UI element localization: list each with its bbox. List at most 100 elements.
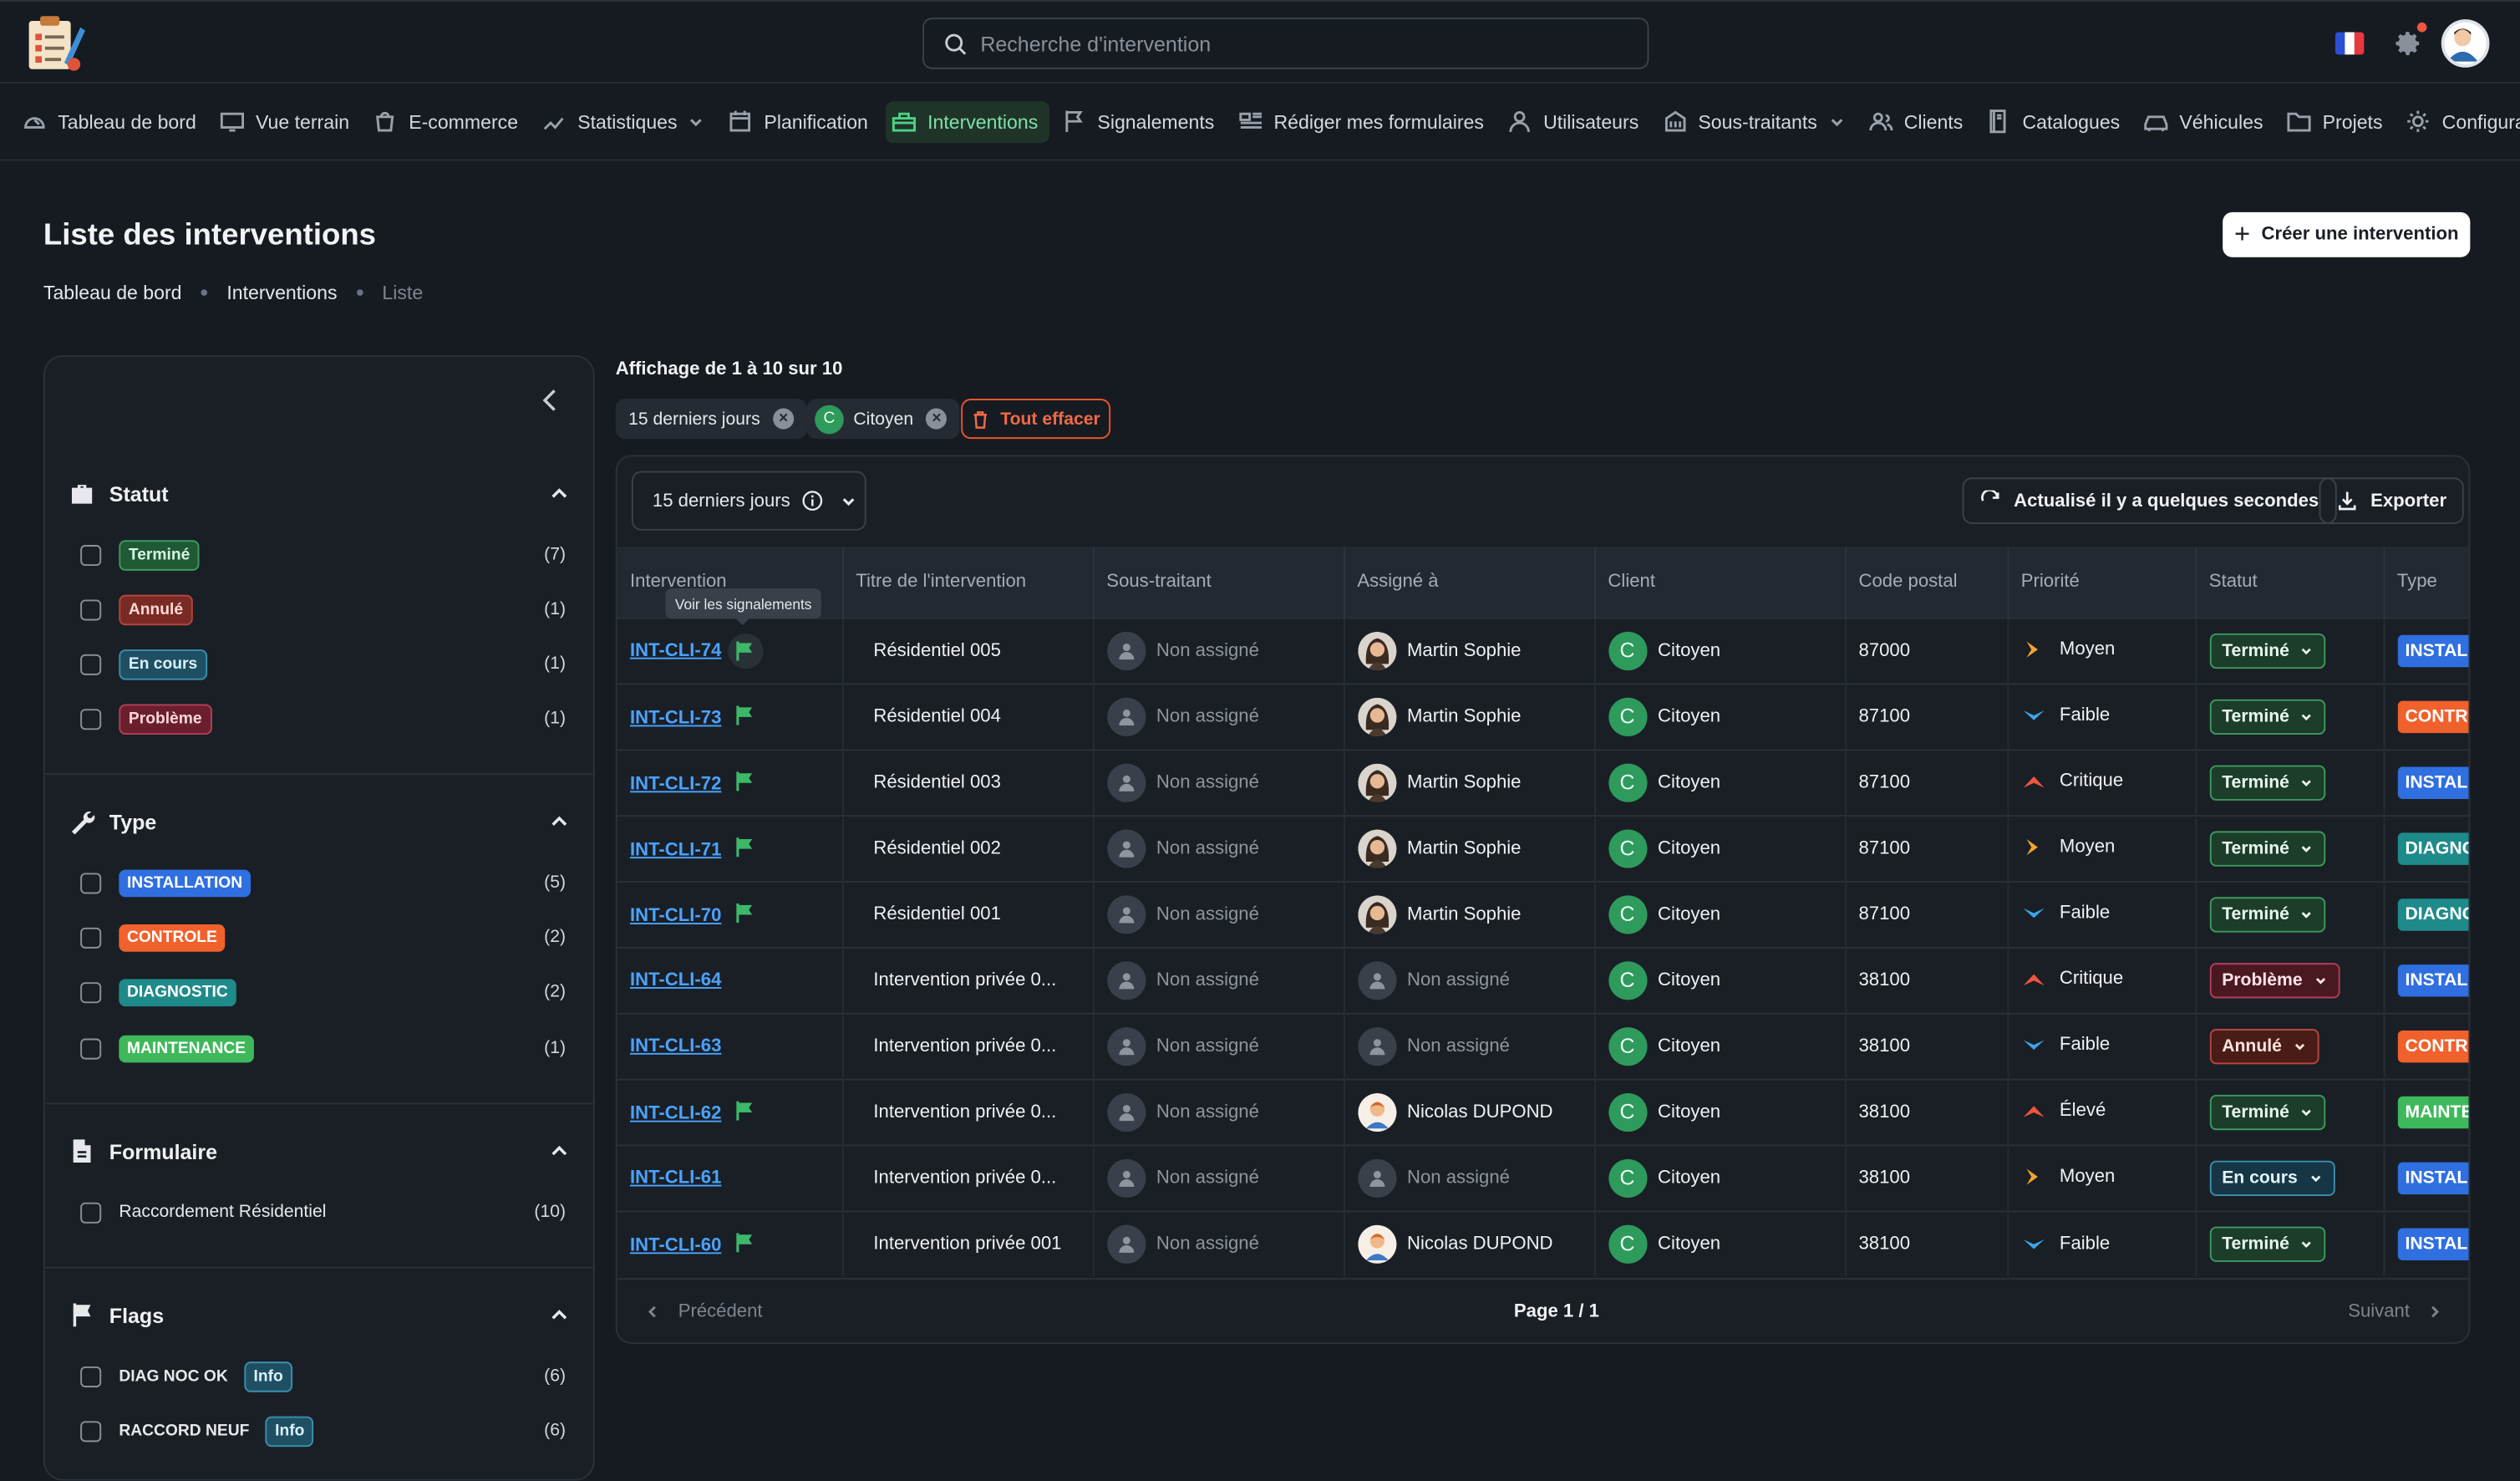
table-row[interactable]: INT-CLI-62 Intervention privée 0... Non as… — [617, 1078, 2469, 1145]
nav-item-vue-terrain[interactable]: Vue terrain — [214, 100, 361, 142]
nav-item-e-commerce[interactable]: E-commerce — [367, 100, 529, 142]
settings-gear-icon[interactable] — [2393, 29, 2422, 59]
status-dropdown[interactable]: Terminé — [2208, 698, 2327, 735]
intervention-link[interactable]: INT-CLI-62 — [630, 1103, 721, 1122]
status-dropdown[interactable]: Terminé — [2208, 830, 2327, 866]
nav-item-configuratio[interactable]: Configuratio — [2401, 100, 2520, 142]
intervention-link[interactable]: INT-CLI-72 — [630, 774, 721, 793]
breadcrumb-interventions[interactable]: Interventions — [226, 282, 337, 304]
filter-section-flags[interactable]: Flags — [68, 1299, 164, 1331]
checkbox[interactable] — [80, 653, 102, 674]
next-page-button[interactable]: Suivant — [2348, 1302, 2443, 1321]
filter-option[interactable]: Terminé (7) — [80, 538, 566, 570]
checkbox[interactable] — [80, 708, 102, 730]
intervention-link[interactable]: INT-CLI-70 — [630, 906, 721, 925]
checkbox[interactable] — [80, 598, 102, 620]
flag-icon[interactable] — [736, 705, 754, 725]
nav-item-statistiques[interactable]: Statistiques — [536, 100, 716, 142]
active-filter-period-chip[interactable]: 15 derniers jours × — [615, 399, 807, 440]
refresh-button[interactable]: Actualisé il y a quelques secondes — [1962, 477, 2337, 525]
nav-item-interventions[interactable]: Interventions — [886, 100, 1049, 143]
filter-option[interactable]: Raccordement Résidentiel (10) — [80, 1196, 566, 1228]
column-header[interactable]: Type — [2383, 546, 2469, 618]
remove-filter-icon[interactable]: × — [926, 408, 948, 430]
chevron-up-icon[interactable] — [550, 484, 569, 503]
intervention-link[interactable]: INT-CLI-64 — [630, 970, 721, 990]
table-row[interactable]: INT-CLI-61 Intervention privée 0... Non as… — [617, 1144, 2469, 1211]
previous-page-button[interactable]: Précédent — [644, 1302, 763, 1321]
app-logo-icon[interactable] — [26, 14, 87, 72]
nav-item-v-hicules[interactable]: Véhicules — [2137, 100, 2274, 142]
flag-icon[interactable] — [736, 1232, 754, 1252]
checkbox[interactable] — [80, 1420, 102, 1442]
nav-item-r-diger-mes-formulaires[interactable]: Rédiger mes formulaires — [1232, 100, 1495, 142]
nav-item-clients[interactable]: Clients — [1862, 100, 1974, 142]
filter-option[interactable]: DIAG NOC OK Info (6) — [80, 1360, 566, 1392]
active-filter-client-chip[interactable]: C Citoyen × — [806, 399, 960, 440]
checkbox[interactable] — [80, 872, 102, 893]
flag-icon[interactable] — [736, 837, 754, 857]
intervention-link[interactable]: INT-CLI-61 — [630, 1168, 721, 1187]
table-row[interactable]: INT-CLI-64 Intervention privée 0... Non as… — [617, 946, 2469, 1013]
column-header[interactable]: Titre de l'intervention — [841, 546, 1094, 618]
nav-item-sous-traitants[interactable]: Sous-traitants — [1656, 100, 1856, 142]
column-header[interactable]: Statut — [2195, 546, 2385, 618]
intervention-link[interactable]: INT-CLI-60 — [630, 1236, 721, 1255]
nav-item-utilisateurs[interactable]: Utilisateurs — [1501, 100, 1650, 142]
intervention-link[interactable]: INT-CLI-71 — [630, 840, 721, 859]
column-header[interactable]: Client — [1594, 546, 1847, 618]
clear-all-filters-button[interactable]: Tout effacer — [961, 399, 1111, 440]
filter-section-type[interactable]: Type — [68, 806, 156, 837]
nav-item-signalements[interactable]: Signalements — [1055, 100, 1225, 142]
filter-option[interactable]: En cours (1) — [80, 648, 566, 679]
table-row[interactable]: INT-CLI-74 Résidentiel 005 Non assigné Mart… — [617, 617, 2469, 684]
breadcrumb-dashboard[interactable]: Tableau de bord — [43, 282, 182, 304]
flag-icon[interactable] — [736, 771, 754, 791]
column-header[interactable]: Code postal — [1845, 546, 2009, 618]
checkbox[interactable] — [80, 1037, 102, 1059]
collapse-sidebar-chevron-icon[interactable] — [536, 386, 562, 415]
user-avatar[interactable] — [2441, 19, 2490, 68]
table-row[interactable]: INT-CLI-60 Intervention privée 001 Non ass… — [617, 1210, 2469, 1277]
language-flag-icon[interactable] — [2335, 32, 2365, 55]
table-row[interactable]: INT-CLI-70 Résidentiel 001 Non assigné Mart… — [617, 881, 2469, 947]
create-intervention-button[interactable]: + Créer une intervention — [2223, 211, 2471, 257]
filter-option[interactable]: MAINTENANCE (1) — [80, 1032, 566, 1064]
filter-option[interactable]: INSTALLATION (5) — [80, 867, 566, 898]
filter-option[interactable]: Problème (1) — [80, 703, 566, 735]
intervention-link[interactable]: INT-CLI-63 — [630, 1036, 721, 1056]
filter-section-formulaire[interactable]: Formulaire — [68, 1135, 217, 1167]
checkbox[interactable] — [80, 1201, 102, 1223]
export-button[interactable]: Exporter — [2319, 477, 2465, 525]
nav-item-tableau-de-bord[interactable]: Tableau de bord — [16, 100, 207, 142]
flag-icon[interactable] — [728, 632, 764, 669]
column-header[interactable]: Priorité — [2007, 546, 2197, 618]
checkbox[interactable] — [80, 1365, 102, 1387]
status-dropdown[interactable]: Annulé — [2208, 1028, 2319, 1064]
checkbox[interactable] — [80, 981, 102, 1003]
checkbox[interactable] — [80, 544, 102, 566]
status-dropdown[interactable]: Problème — [2208, 962, 2340, 998]
status-dropdown[interactable]: Terminé — [2208, 632, 2327, 669]
table-row[interactable]: INT-CLI-72 Résidentiel 003 Non assigné Mart… — [617, 749, 2469, 816]
filter-option[interactable]: RACCORD NEUF Info (6) — [80, 1415, 566, 1447]
nav-item-planification[interactable]: Planification — [722, 100, 879, 142]
filter-option[interactable]: DIAGNOSTIC (2) — [80, 976, 566, 1008]
intervention-link[interactable]: INT-CLI-74 — [630, 641, 721, 660]
nav-item-projets[interactable]: Projets — [2281, 100, 2394, 142]
status-dropdown[interactable]: En cours — [2208, 1159, 2335, 1196]
filter-section-statut[interactable]: Statut — [68, 477, 169, 509]
table-row[interactable]: INT-CLI-71 Résidentiel 002 Non assigné Mart… — [617, 815, 2469, 882]
chevron-up-icon[interactable] — [550, 812, 569, 831]
search-input[interactable] — [980, 31, 1623, 56]
intervention-link[interactable]: INT-CLI-73 — [630, 708, 721, 727]
status-dropdown[interactable]: Terminé — [2208, 764, 2327, 800]
chevron-up-icon[interactable] — [550, 1142, 569, 1161]
search-bar[interactable] — [922, 18, 1649, 69]
checkbox[interactable] — [80, 926, 102, 948]
status-dropdown[interactable]: Terminé — [2208, 1093, 2327, 1130]
table-row[interactable]: INT-CLI-63 Intervention privée 0... Non as… — [617, 1012, 2469, 1079]
filter-option[interactable]: Annulé (1) — [80, 593, 566, 625]
column-header[interactable]: Sous-traitant — [1092, 546, 1344, 618]
remove-filter-icon[interactable]: × — [773, 408, 795, 430]
